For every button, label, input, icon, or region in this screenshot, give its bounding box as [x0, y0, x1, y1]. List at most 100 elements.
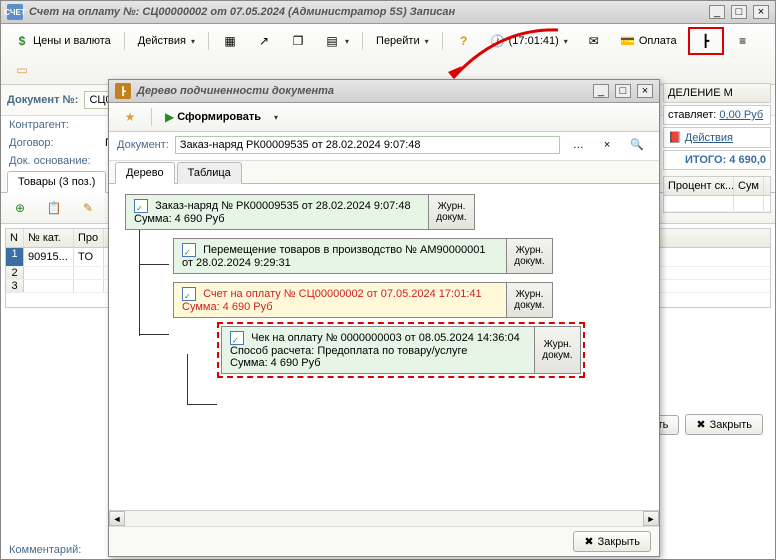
docnum-label: Документ №:: [7, 94, 78, 106]
tree-connector: [139, 264, 169, 265]
tab-tree[interactable]: Дерево: [115, 162, 175, 184]
tb-icon-6[interactable]: ≡: [728, 30, 758, 52]
actions-row: 📕 Действия: [663, 127, 771, 148]
right-panel: ДЕЛЕНИЕ М ставляет: 0,00 Руб 📕 Действия …: [663, 83, 771, 213]
scroll-right-button[interactable]: ►: [643, 511, 659, 526]
right-table: Процент ск... Сум: [663, 176, 771, 213]
document-row: Документ: Заказ-наряд РК00009535 от 28.0…: [109, 132, 659, 161]
separator: [151, 108, 152, 126]
tree-node-receipt: Чек на оплату № 0000000003 от 08.05.2024…: [221, 326, 581, 374]
scroll-left-button[interactable]: ◄: [109, 511, 125, 526]
maximize-button[interactable]: □: [731, 5, 747, 19]
tab-table[interactable]: Таблица: [177, 162, 242, 184]
sub-title: Дерево подчиненности документа: [137, 85, 587, 97]
cell-name[interactable]: [74, 280, 104, 292]
close-button[interactable]: ×: [753, 5, 769, 19]
main-close-button[interactable]: ✖Закрыть: [685, 414, 763, 435]
output-icon: ↗: [256, 33, 272, 49]
journal-button[interactable]: Журн. докум.: [506, 239, 552, 273]
pick-icon: 📋: [46, 200, 62, 216]
tree-connector: [139, 334, 169, 335]
th-sum[interactable]: Сум: [734, 177, 764, 195]
node-title: Чек на оплату № 0000000003 от 08.05.2024…: [251, 332, 520, 344]
tree-node-order: Заказ-наряд № РК00009535 от 28.02.2024 9…: [125, 194, 475, 230]
help-button[interactable]: ?: [449, 30, 479, 52]
play-icon: ▶: [165, 110, 174, 124]
tab-goods[interactable]: Товары (3 поз.): [7, 171, 106, 193]
journal-button[interactable]: Журн. докум.: [506, 283, 552, 317]
row-number: 2: [6, 267, 24, 279]
node-title: Перемещение товаров в производство № АМ9…: [182, 244, 485, 269]
x-icon: ✖: [584, 535, 593, 548]
doc-icon: [134, 199, 148, 213]
actions-link[interactable]: Действия: [685, 132, 733, 144]
document-field[interactable]: Заказ-наряд РК00009535 от 28.02.2024 9:0…: [175, 136, 560, 154]
add-row-button[interactable]: ⊕: [5, 197, 35, 219]
tb-icon-8[interactable]: 📋: [39, 197, 69, 219]
th-n[interactable]: N: [6, 229, 24, 247]
sub-close-button[interactable]: ×: [637, 84, 653, 98]
main-title: Счет на оплату №: СЦ00000002 от 07.05.20…: [29, 6, 703, 18]
cell-cat[interactable]: [24, 267, 74, 279]
pay-button[interactable]: 💳Оплата: [613, 30, 684, 52]
select-button[interactable]: …: [566, 136, 591, 154]
separator: [124, 32, 125, 50]
node-content[interactable]: Перемещение товаров в производство № АМ9…: [174, 239, 506, 273]
th-name[interactable]: Про: [74, 229, 104, 247]
sub-tabs: Дерево Таблица: [109, 161, 659, 184]
node-content[interactable]: Заказ-наряд № РК00009535 от 28.02.2024 9…: [126, 195, 428, 229]
node-title: Заказ-наряд № РК00009535 от 28.02.2024 9…: [155, 200, 411, 212]
cell-name[interactable]: TO: [74, 248, 104, 266]
goto-dropdown[interactable]: Перейти: [369, 32, 436, 50]
form-button[interactable]: ▶ Сформировать: [158, 107, 268, 127]
tree-button[interactable]: ┣: [691, 30, 721, 52]
tb-icon-7[interactable]: ▭: [7, 59, 37, 81]
tree-window: ┣ Дерево подчиненности документа _ □ × ★…: [108, 79, 660, 557]
main-toolbar: $Цены и валюта Действия ▦ ↗ ❐ ▤ Перейти …: [1, 24, 775, 85]
tb-icon-5[interactable]: ✉: [579, 30, 609, 52]
node-content[interactable]: Счет на оплату № СЦ00000002 от 07.05.202…: [174, 283, 506, 317]
sub-minimize-button[interactable]: _: [593, 84, 609, 98]
scroll-track[interactable]: [125, 511, 643, 526]
tree-node-invoice: Счет на оплату № СЦ00000002 от 07.05.202…: [173, 282, 553, 318]
sub-maximize-button[interactable]: □: [615, 84, 631, 98]
node-title: Счет на оплату № СЦ00000002 от 07.05.202…: [203, 288, 482, 300]
sub-close-btn[interactable]: ✖ Закрыть: [573, 531, 651, 552]
node-method: Способ расчета: Предоплата по товару/усл…: [230, 345, 467, 357]
journal-button[interactable]: Журн. докум.: [534, 327, 580, 373]
tb-icon-4[interactable]: ▤: [317, 30, 356, 52]
plus-circle-icon: ⊕: [12, 200, 28, 216]
card-icon: ▭: [14, 62, 30, 78]
actions-dropdown[interactable]: Действия: [131, 32, 202, 50]
open-button[interactable]: 🔍: [623, 135, 651, 154]
sub-footer: ✖ Закрыть: [109, 526, 659, 556]
journal-button[interactable]: Журн. докум.: [428, 195, 474, 229]
star-icon: ★: [122, 109, 138, 125]
time-button[interactable]: 🕐(17:01:41): [483, 30, 575, 52]
question-icon: ?: [456, 33, 472, 49]
dept-header: ДЕЛЕНИЕ М: [663, 83, 771, 103]
form-dropdown[interactable]: [272, 111, 278, 123]
cell-name[interactable]: [74, 267, 104, 279]
magnifier-icon: 🔍: [630, 138, 644, 151]
cell-cat[interactable]: 90915...: [24, 248, 74, 266]
edit-row-button[interactable]: ✎: [73, 197, 103, 219]
node-content[interactable]: Чек на оплату № 0000000003 от 08.05.2024…: [222, 327, 534, 373]
cell-cat[interactable]: [24, 280, 74, 292]
doc-type-icon: СЧЕТ: [7, 4, 23, 20]
row-number: 1: [6, 248, 24, 266]
prices-currency-button[interactable]: $Цены и валюта: [7, 30, 118, 52]
th-cat[interactable]: № кат.: [24, 229, 74, 247]
minimize-button[interactable]: _: [709, 5, 725, 19]
clear-button[interactable]: ×: [597, 136, 617, 154]
node-sum: Сумма: 4 690 Руб: [230, 357, 321, 369]
th-discount[interactable]: Процент ск...: [664, 177, 734, 195]
book-icon: 📕: [668, 132, 682, 144]
tb-icon-2[interactable]: ↗: [249, 30, 279, 52]
horizontal-scrollbar[interactable]: ◄ ►: [109, 510, 659, 526]
tb-icon-1[interactable]: ▦: [215, 30, 245, 52]
amount-link[interactable]: 0,00 Руб: [719, 109, 763, 121]
comment-label: Комментарий:: [9, 544, 81, 556]
favorite-button[interactable]: ★: [115, 106, 145, 128]
tb-icon-3[interactable]: ❐: [283, 30, 313, 52]
